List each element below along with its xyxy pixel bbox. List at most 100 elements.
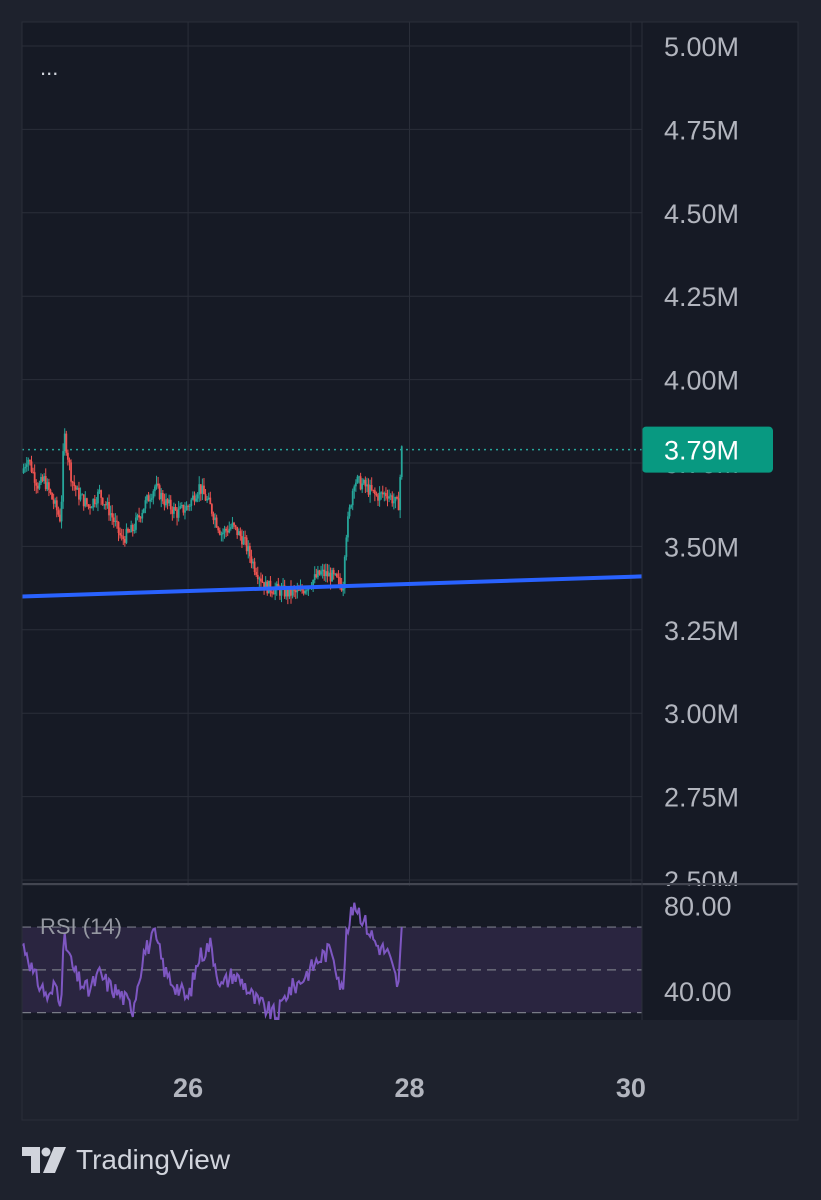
candle-body: [60, 501, 63, 522]
candle-body: [55, 500, 58, 511]
candle-body: [223, 528, 226, 533]
candle-body: [351, 490, 354, 506]
candle-body: [391, 495, 394, 504]
candle-body: [209, 497, 212, 505]
candle-body: [44, 476, 47, 490]
candle-body: [176, 510, 178, 518]
candle-body: [154, 486, 156, 492]
candle-body: [198, 484, 201, 495]
rsi-tick-label: 40.00: [664, 977, 732, 1007]
candle-body: [36, 485, 39, 489]
candle-body: [30, 461, 33, 472]
candle-body: [92, 498, 95, 508]
candle-body: [117, 521, 120, 533]
candle-body: [142, 508, 145, 513]
candle-body: [226, 530, 229, 533]
candle-body: [163, 501, 166, 506]
candle-body: [41, 477, 44, 481]
candle-body: [353, 486, 356, 491]
candle-body: [51, 492, 53, 500]
candle-body: [114, 520, 117, 522]
candle-body: [24, 466, 27, 469]
candle-body: [109, 513, 112, 516]
candle-body: [38, 483, 41, 489]
candle-body: [89, 506, 91, 509]
price-tick-label: 3.00M: [664, 699, 739, 729]
candle-body: [43, 476, 46, 481]
candle-body: [237, 531, 240, 536]
candle-body: [188, 505, 191, 507]
candle-body: [225, 528, 228, 531]
tradingview-logo-icon: [22, 1147, 66, 1173]
candle-body: [82, 494, 85, 507]
price-tick-label: 4.75M: [664, 115, 739, 145]
candle-body: [302, 590, 305, 594]
candle-body: [383, 493, 386, 495]
time-axis[interactable]: [22, 1020, 798, 1120]
candle-body: [70, 462, 72, 482]
current-price-tag: 3.79M: [642, 426, 773, 473]
candle-body: [375, 493, 378, 496]
price-tick-label: 2.75M: [664, 783, 739, 813]
candle-body: [305, 590, 308, 592]
candle-body: [62, 451, 65, 502]
candle-body: [25, 464, 28, 467]
rsi-title[interactable]: RSI (14): [40, 914, 122, 939]
price-tick-label: 5.00M: [664, 32, 739, 62]
candle-body: [81, 494, 84, 496]
candle-body: [337, 576, 340, 578]
candle-body: [182, 504, 185, 513]
candle-body: [166, 499, 169, 504]
candle-body: [155, 483, 158, 487]
candle-body: [329, 572, 332, 582]
candle-body: [392, 501, 395, 504]
brand-name: TradingView: [76, 1144, 231, 1175]
candle-body: [372, 489, 375, 491]
candle-body: [315, 574, 318, 578]
candle-body: [370, 485, 373, 490]
tradingview-logo[interactable]: TradingView: [22, 1140, 230, 1180]
candle-body: [323, 569, 326, 577]
candle-body: [47, 482, 50, 490]
candle-body: [291, 589, 294, 596]
more-options-button[interactable]: ...: [40, 55, 58, 80]
time-tick-label: 30: [616, 1073, 646, 1103]
candle-body: [139, 517, 142, 519]
candle-body: [334, 573, 337, 575]
candle-body: [366, 484, 368, 487]
candle-body: [389, 495, 392, 497]
candle-body: [196, 494, 199, 499]
candle-body: [138, 515, 140, 518]
chart-frame: 5.00M4.75M4.50M4.25M4.00M3.75M3.50M3.25M…: [0, 0, 821, 1200]
candle-body: [195, 498, 197, 502]
candle-body: [220, 534, 223, 536]
candle-body: [343, 556, 346, 589]
candle-body: [98, 490, 101, 492]
candle-body: [378, 492, 381, 501]
candle-body: [165, 499, 167, 506]
candle-body: [180, 504, 183, 507]
candle-body: [59, 514, 61, 522]
candle-body: [362, 479, 365, 484]
candle-body: [141, 512, 144, 519]
candle-body: [93, 498, 96, 504]
candle-body: [33, 472, 36, 483]
candle-body: [161, 492, 164, 502]
candle-body: [22, 468, 25, 474]
candle-body: [177, 508, 180, 518]
candle-body: [247, 545, 250, 552]
candle-body: [63, 433, 66, 452]
candle-body: [68, 459, 71, 463]
chart-svg[interactable]: 5.00M4.75M4.50M4.25M4.00M3.75M3.50M3.25M…: [0, 0, 821, 1200]
candle-body: [100, 490, 103, 498]
candle-body: [241, 536, 243, 545]
candle-body: [136, 515, 139, 518]
candle-body: [199, 484, 202, 494]
candle-body: [84, 498, 87, 507]
candle-body: [207, 497, 210, 500]
candle-body: [294, 590, 297, 593]
candle-body: [131, 524, 134, 532]
candle-body: [101, 497, 104, 505]
candle-body: [76, 487, 79, 490]
candle-body: [66, 452, 69, 460]
